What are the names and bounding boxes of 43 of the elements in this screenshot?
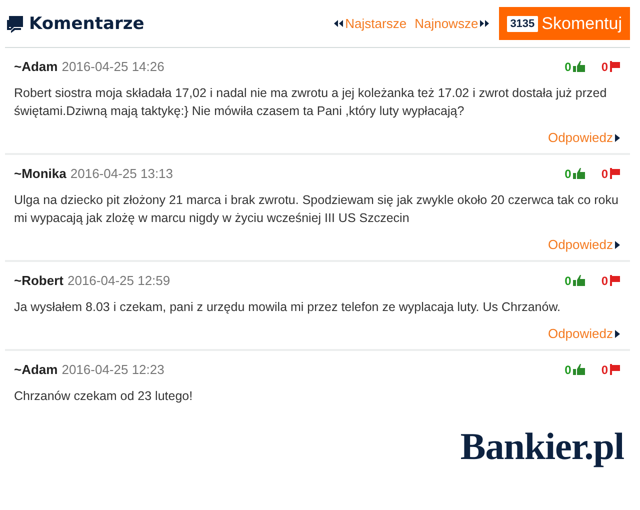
comment-text: Chrzanów czekam od 23 lutego! [14,388,194,405]
logo: Bankier.pl [460,425,624,469]
thumbs-up-icon[interactable] [573,168,586,179]
reply-link[interactable]: Odpowiedz [548,237,620,252]
caret-icon [615,330,620,338]
comment-author: ~Robert [14,273,64,288]
thumbs-up-icon[interactable] [573,275,586,286]
flag-icon[interactable] [610,61,620,72]
comments-icon [6,14,24,32]
comment-count: 3135 [507,16,538,32]
comment-date: 2016-04-25 12:59 [67,273,170,288]
comment-author: ~Adam [14,362,58,377]
dislike-count: 0 [601,274,608,288]
comment-button[interactable]: 3135 Skomentuj [499,7,630,40]
comment-text: Robert siostra moja składała 17,02 i nadal nie ma zwrotu a jej koleżanka też 17.02 i zwrot dostała już przed świętami.Dziwną mają taktykę:} Nie mówiła czasem ta Pani ,który luty wypłacają? [14,85,608,120]
comment-author: ~Adam [14,59,58,74]
flag-icon[interactable] [610,168,620,179]
like-count: 0 [564,362,572,376]
sort-link[interactable]: Najstarsze [334,16,407,31]
dislike-count: 0 [601,166,608,180]
like-count: 0 [564,166,572,180]
caret-icon [615,240,620,248]
dislike-count: 0 [601,60,608,74]
thumbs-up-icon[interactable] [573,364,586,375]
comment-date: 2016-04-25 13:13 [70,166,174,181]
comment-author: ~Monika [14,166,66,181]
thumbs-up-icon[interactable] [573,61,586,72]
comment-date: 2016-04-25 12:23 [62,362,164,377]
forward-icon [480,20,490,27]
comment-text: Ja wysłałem 8.03 i czekam, pani z urzędu mowila mi przez telefon ze wyplacaja luty. Us Chrzanów. [14,299,562,316]
comment-text: Ulga na dziecko pit złożony 21 marca i brak zwrotu. Spodziewam się jak zwykle około 20 czerwca tak co roku mi wypacają jak zlożę w marcu nigdy w życiu wcześniej III US Szczecin [14,192,620,227]
reply-link[interactable]: Odpowiedz [548,130,620,145]
rewind-icon [334,20,344,27]
sort-link[interactable]: Najnowsze [414,16,490,31]
comment-date: 2016-04-25 14:26 [62,59,164,74]
like-count: 0 [564,60,572,74]
flag-icon[interactable] [610,275,620,286]
dislike-count: 0 [601,362,608,376]
caret-icon [615,134,620,142]
flag-icon[interactable] [610,364,620,375]
section-title: Komentarze [29,14,144,34]
like-count: 0 [564,274,572,288]
reply-link[interactable]: Odpowiedz [548,326,620,341]
